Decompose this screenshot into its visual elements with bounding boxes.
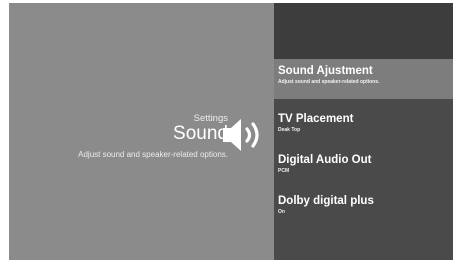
menu-item-value: Adjust sound and speaker-related options…	[278, 79, 380, 85]
tv-settings-screen: Settings Sound Adjust sound and speaker-…	[9, 3, 453, 260]
menu-item-value: Deak Top	[278, 127, 301, 133]
menu-item-value: On	[278, 209, 285, 215]
speaker-icon	[223, 119, 259, 151]
menu-item-tv-placement[interactable]: TV Placement Deak Top	[274, 107, 453, 145]
menu-item-label: TV Placement	[278, 113, 354, 125]
info-panel: Settings Sound Adjust sound and speaker-…	[9, 3, 274, 260]
menu-header	[274, 3, 453, 59]
menu-item-dolby-digital-plus[interactable]: Dolby digital plus On	[274, 189, 453, 227]
page-title: Sound	[173, 123, 228, 144]
menu-item-digital-audio-out[interactable]: Digital Audio Out PCM	[274, 148, 453, 186]
menu-item-label: Digital Audio Out	[278, 154, 372, 166]
menu-item-value: PCM	[278, 168, 290, 174]
menu-item-label: Dolby digital plus	[278, 195, 374, 207]
menu-item-label: Sound Ajustment	[278, 65, 373, 77]
page-description: Adjust sound and speaker-related options…	[78, 150, 228, 159]
settings-menu: Sound Ajustment Adjust sound and speaker…	[274, 3, 453, 260]
menu-item-sound-adjustment[interactable]: Sound Ajustment Adjust sound and speaker…	[274, 59, 453, 99]
